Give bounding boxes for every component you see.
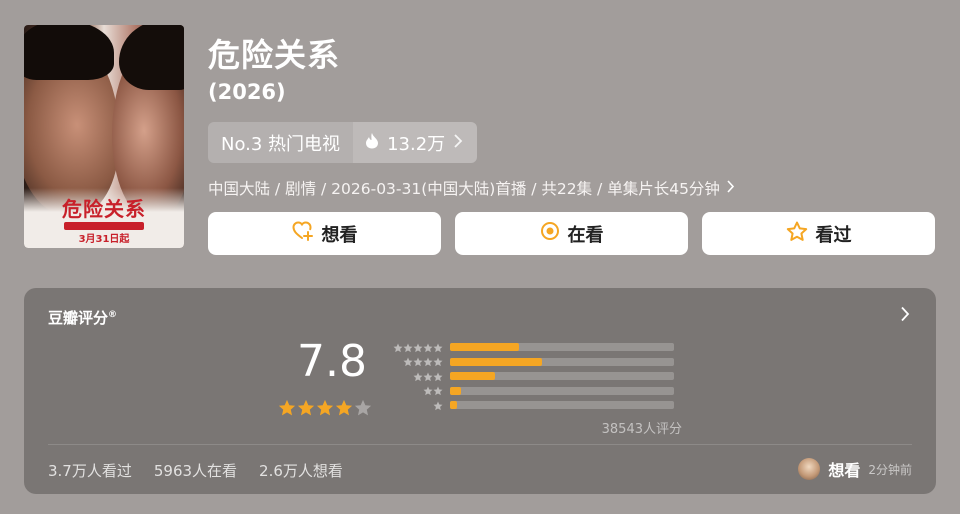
- watched-button-label: 看过: [815, 224, 852, 246]
- rating-bar-fill: [450, 357, 542, 366]
- rating-stars: [278, 399, 372, 421]
- show-meta[interactable]: 中国大陆 / 剧情 / 2026-03-31(中国大陆)首播 / 共22集 / …: [208, 177, 735, 199]
- divider: [48, 444, 912, 445]
- rating-bar-track: [450, 343, 674, 352]
- show-year: (2026): [208, 80, 286, 104]
- avatar: [798, 458, 821, 480]
- rating-row-stars: [392, 396, 450, 415]
- rating-distribution-row: [392, 398, 674, 413]
- star-empty-icon: [354, 399, 372, 421]
- watched-button[interactable]: 看过: [702, 212, 935, 255]
- rating-bar-track: [450, 401, 674, 410]
- rating-bar-fill: [450, 372, 495, 381]
- rating-bar-track: [450, 386, 674, 395]
- rating-votes: 38543人评分: [601, 422, 682, 437]
- show-meta-text: 中国大陆 / 剧情 / 2026-03-31(中国大陆)首播 / 共22集 / …: [208, 180, 720, 198]
- poster-image[interactable]: 危险关系 3月31日起: [24, 25, 184, 248]
- watching-button-label: 在看: [567, 224, 604, 246]
- star-filled-icon: [297, 399, 315, 421]
- user-status[interactable]: 想看 2分钟前: [798, 457, 912, 481]
- star-filled-icon: [335, 399, 353, 421]
- rating-distribution: [392, 340, 674, 413]
- stat-watched: 3.7万人看过: [48, 462, 132, 480]
- audience-stats: 3.7万人看过 5963人在看 2.6万人想看: [48, 460, 343, 481]
- stat-watching: 5963人在看: [153, 462, 238, 480]
- rating-bar-fill: [450, 401, 457, 410]
- star-filled-icon: [278, 399, 296, 421]
- star-outline-icon: [786, 221, 808, 247]
- small-star-icon: [433, 396, 443, 415]
- want-button-label: 想看: [321, 224, 358, 246]
- rating-score: 7.8: [297, 336, 367, 387]
- heart-plus-icon: [291, 221, 314, 246]
- chevron-right-icon[interactable]: [900, 306, 910, 326]
- stat-want: 2.6万人想看: [259, 462, 343, 480]
- poster-hair-right: [119, 25, 184, 90]
- rating-bar-fill: [450, 343, 520, 352]
- target-icon: [540, 221, 560, 246]
- watching-button[interactable]: 在看: [455, 212, 688, 255]
- rating-bar-fill: [450, 386, 462, 395]
- rating-bar-track: [450, 372, 674, 381]
- rating-section-title-text: 豆瓣评分: [48, 309, 109, 327]
- rating-bar-track: [450, 357, 674, 366]
- rating-card[interactable]: 豆瓣评分® 7.8 38543人评分 3.7万人看过 5963人在看 2.6万人…: [24, 288, 936, 494]
- ranking-bar[interactable]: No.3 热门电视 13.2万: [208, 122, 478, 163]
- heat-value: 13.2万: [387, 133, 446, 155]
- poster-title-text: 危险关系: [62, 197, 146, 221]
- rating-section-title: 豆瓣评分®: [48, 307, 117, 328]
- poster-hair-left: [24, 25, 114, 80]
- star-filled-icon: [316, 399, 334, 421]
- poster-subtitle-band: [64, 222, 144, 230]
- ranking-label[interactable]: No.3 热门电视: [208, 122, 354, 163]
- chevron-right-icon: [453, 132, 463, 153]
- show-title: 危险关系: [208, 36, 341, 74]
- flame-icon: [365, 132, 379, 154]
- want-button[interactable]: 想看: [208, 212, 441, 255]
- user-status-label: 想看: [828, 461, 861, 480]
- poster-date-text: 3月31日起: [78, 234, 130, 245]
- heat-badge[interactable]: 13.2万: [353, 122, 478, 163]
- registered-mark: ®: [108, 310, 118, 320]
- user-status-time: 2分钟前: [868, 462, 912, 477]
- chevron-right-icon: [726, 179, 735, 197]
